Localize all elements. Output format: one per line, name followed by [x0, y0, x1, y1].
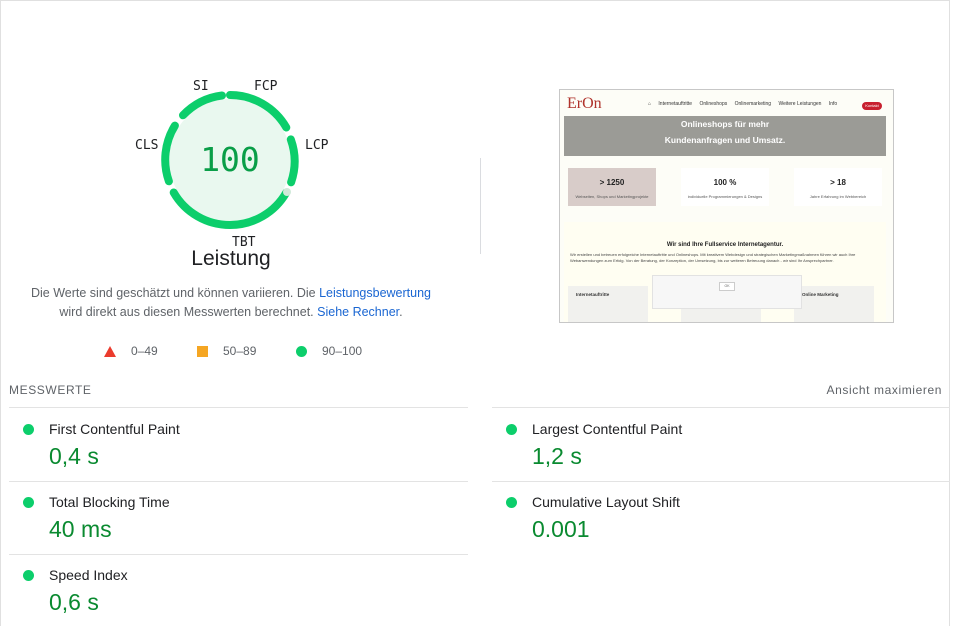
metric-name: Cumulative Layout Shift	[532, 494, 680, 510]
performance-score: 100	[200, 140, 260, 179]
performance-scoring-link[interactable]: Leistungsbewertung	[319, 286, 431, 300]
metric-value: 40 ms	[49, 516, 112, 542]
metric-name: Speed Index	[49, 567, 128, 583]
stat-caption: Webseiten, Shops und Marketingprojekte	[575, 194, 649, 199]
description-text-2: wird direkt aus diesen Messwerten berech…	[59, 305, 318, 319]
legend-item-fail: 0–49	[104, 344, 158, 358]
metric-largest-contentful-paint: Largest Contentful Paint 1,2 s	[492, 408, 932, 480]
final-screenshot[interactable]: ErOn ⌂ Internetauftritte Onlineshops Onl…	[559, 89, 894, 323]
site-contact-button: Kontakt	[862, 102, 882, 110]
legend-range: 90–100	[322, 344, 363, 358]
site-hero: Onlineshops für mehr Kundenanfragen und …	[564, 116, 886, 156]
legend-item-pass: 90–100	[296, 344, 362, 358]
score-description: Die Werte sind geschätzt und können vari…	[20, 284, 442, 322]
metric-speed-index: Speed Index 0,6 s	[9, 554, 449, 626]
calculator-link[interactable]: Siehe Rechner	[317, 305, 399, 319]
performance-gauge[interactable]: 100	[160, 90, 300, 230]
home-icon: ⌂	[648, 101, 652, 107]
nav-item: Onlinemarketing	[734, 101, 772, 107]
nav-item: Internetauftritte	[658, 101, 693, 107]
pass-circle-icon	[506, 424, 517, 435]
vertical-divider	[480, 158, 481, 254]
nav-item: Info	[828, 101, 838, 107]
legend-item-average: 50–89	[197, 344, 256, 358]
expand-view-toggle[interactable]: Ansicht maximieren	[826, 383, 942, 397]
card-title: Internetauftritte	[576, 292, 610, 297]
hero-line: Onlineshops für mehr	[680, 119, 770, 129]
triangle-icon	[104, 346, 116, 357]
gauge-label-fcp[interactable]: FCP	[254, 79, 277, 94]
metric-name: Largest Contentful Paint	[532, 421, 683, 437]
metric-name: Total Blocking Time	[49, 494, 170, 510]
square-icon	[197, 346, 208, 357]
metric-total-blocking-time: Total Blocking Time 40 ms	[9, 481, 449, 553]
metric-value: 0,4 s	[49, 443, 99, 469]
site-cookie-banner: OK	[652, 275, 802, 309]
stat-caption: individuelle Programmierungen & Designs	[687, 194, 763, 199]
site-heading: Wir sind Ihre Fullservice Internetagentu…	[666, 242, 784, 248]
metric-first-contentful-paint: First Contentful Paint 0,4 s	[9, 408, 449, 480]
pass-circle-icon	[23, 570, 34, 581]
pass-circle-icon	[23, 497, 34, 508]
gauge-label-lcp[interactable]: LCP	[305, 138, 328, 153]
cookie-ok-button: OK	[719, 282, 735, 291]
stat-value: > 1250	[599, 178, 625, 187]
pass-circle-icon	[23, 424, 34, 435]
description-text-3: .	[399, 305, 403, 319]
description-text-1: Die Werte sind geschätzt und können vari…	[30, 286, 320, 300]
site-card: Internetauftritte	[568, 286, 648, 322]
gauge-title: Leistung	[191, 247, 271, 270]
hero-line: Kundenanfragen und Umsatz.	[664, 135, 786, 145]
pass-circle-icon	[506, 497, 517, 508]
circle-icon	[296, 346, 307, 357]
card-title: Online Marketing	[802, 292, 839, 297]
metrics-section-label: MESSWERTE	[9, 383, 92, 397]
metric-cumulative-layout-shift: Cumulative Layout Shift 0.001	[492, 481, 932, 553]
site-text: Wir erstellen und betreuen erfolgreiche …	[570, 252, 856, 263]
metric-name: First Contentful Paint	[49, 421, 180, 437]
site-stat: > 18 Jahre Erfahrung im Webbereich	[794, 168, 882, 206]
stat-caption: Jahre Erfahrung im Webbereich	[809, 194, 867, 199]
gauge-label-cls[interactable]: CLS	[135, 138, 158, 153]
nav-item: Onlineshops	[699, 101, 728, 107]
site-logo: ErOn	[567, 95, 602, 112]
legend-range: 0–49	[131, 344, 158, 358]
metric-value: 0.001	[532, 516, 590, 542]
site-stat: 100 % individuelle Programmierungen & De…	[681, 168, 769, 206]
metric-value: 0,6 s	[49, 589, 99, 615]
site-card: Online Marketing	[794, 286, 874, 322]
site-stat: > 1250 Webseiten, Shops und Marketingpro…	[568, 168, 656, 206]
stat-value: 100 %	[713, 178, 737, 187]
legend-range: 50–89	[223, 344, 257, 358]
gauge-label-si[interactable]: SI	[193, 79, 209, 94]
stat-value: > 18	[830, 178, 846, 187]
metric-value: 1,2 s	[532, 443, 582, 469]
site-nav: ⌂ Internetauftritte Onlineshops Onlinema…	[648, 101, 843, 107]
nav-item: Weitere Leistungen	[778, 101, 822, 107]
